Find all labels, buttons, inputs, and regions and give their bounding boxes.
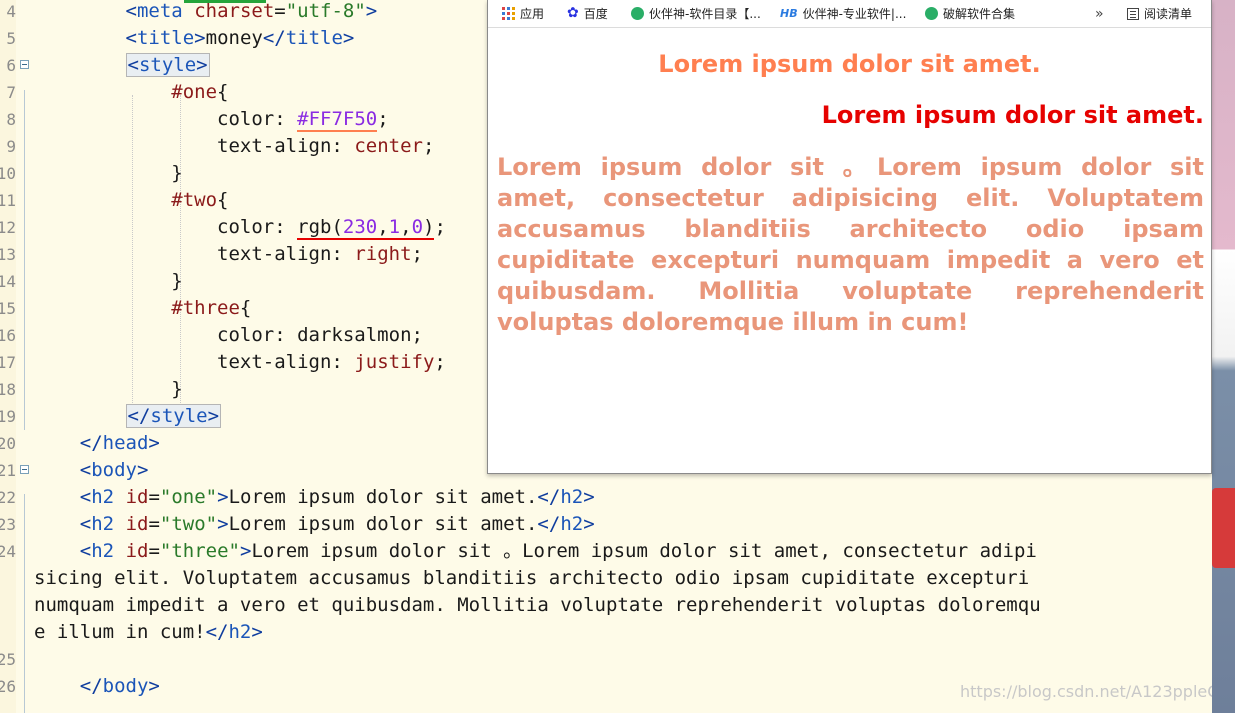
bookmark-baidu[interactable]: ✿ 百度 [567, 0, 608, 27]
line-number: 21 [0, 461, 16, 480]
code-text: </head> [79, 432, 160, 454]
code-text: numquam impedit a vero et quibusdam. Mol… [34, 594, 1041, 616]
line-number: 14 [0, 272, 16, 291]
code-text: #three{ [171, 297, 252, 319]
code-text: <h2 id="one">Lorem ipsum dolor sit amet.… [79, 486, 595, 508]
reading-list-button[interactable]: 阅读清单 [1127, 0, 1192, 27]
bookmark-apps[interactable]: 应用 [502, 0, 544, 27]
line-number: 5 [6, 29, 16, 48]
line-number: 19 [0, 407, 16, 426]
line-number: 7 [6, 83, 16, 102]
heading-two: Lorem ipsum dolor sit amet. [821, 101, 1204, 129]
chevron-double-right-icon: » [1095, 5, 1104, 22]
bookmark-huobanshen-catalog-label: 伙伴神-软件目录【... [649, 6, 761, 21]
line-number: 8 [6, 110, 16, 129]
code-text: } [34, 162, 183, 184]
rendered-page: Lorem ipsum dolor sit amet. Lorem ipsum … [488, 28, 1211, 472]
line-number: 11 [0, 191, 16, 210]
desktop-wallpaper-art [1212, 488, 1235, 568]
code-text: color: rgb(230,1,0); [217, 216, 446, 240]
bookmarks-overflow-button[interactable]: » [1095, 0, 1104, 27]
code-text: <h2 id="three">Lorem ipsum dolor sit 。Lo… [79, 540, 1037, 562]
line-number: 6 [6, 56, 16, 75]
line-number: 25 [0, 650, 16, 669]
code-text: #one{ [171, 81, 229, 103]
bookmarks-bar: 应用 ✿ 百度 伙伴神-软件目录【... HB 伙伴神-专业软件|... 破解软… [488, 0, 1211, 28]
code-text: <h2 id="two">Lorem ipsum dolor sit amet.… [79, 513, 595, 535]
code-text: color: #FF7F50; [217, 108, 389, 132]
line-number: 18 [0, 380, 16, 399]
heading-one: Lorem ipsum dolor sit amet. [658, 50, 1041, 78]
baidu-paw-icon: ✿ [567, 5, 579, 21]
bookmark-apps-label: 应用 [520, 6, 545, 21]
line-number: 15 [0, 299, 16, 318]
line-number: 23 [0, 515, 16, 534]
code-text: </style> [125, 404, 222, 428]
bookmark-huobanshen-pro[interactable]: HB 伙伴神-专业软件|... [780, 0, 906, 27]
bookmark-cracked-software-label: 破解软件合集 [943, 6, 1016, 21]
wechat-icon [925, 7, 938, 20]
code-text: </body> [79, 675, 160, 697]
code-text: text-align: justify; [217, 351, 446, 373]
line-number: 24 [0, 542, 16, 561]
line-number: 13 [0, 245, 16, 264]
code-text: color: darksalmon; [217, 324, 423, 346]
code-text: <meta charset="utf-8"> [125, 0, 378, 22]
bookmark-cracked-software[interactable]: 破解软件合集 [925, 0, 1015, 27]
bookmark-huobanshen-catalog[interactable]: 伙伴神-软件目录【... [631, 0, 761, 27]
code-text: text-align: right; [217, 243, 423, 265]
reading-list-label: 阅读清单 [1144, 6, 1193, 21]
wechat-icon [631, 7, 644, 20]
reading-list-icon [1127, 7, 1139, 20]
code-text: <style> [125, 53, 210, 77]
fold-toggle-icon[interactable] [20, 465, 29, 474]
heading-three: Lorem ipsum dolor sit 。Lorem ipsum dolor… [497, 153, 1204, 336]
code-text: text-align: center; [217, 135, 435, 157]
line-number: 16 [0, 326, 16, 345]
code-text: <body> [79, 459, 149, 481]
line-number: 10 [0, 164, 16, 183]
apps-grid-icon [502, 7, 515, 20]
code-text: } [34, 378, 183, 400]
bookmark-huobanshen-pro-label: 伙伴神-专业软件|... [802, 6, 907, 21]
fold-guide-body [24, 494, 25, 713]
code-text: <title>money</title> [125, 27, 355, 49]
line-number: 20 [0, 434, 16, 453]
fold-toggle-icon[interactable] [20, 60, 29, 69]
code-text: sicing elit. Voluptatem accusamus blandi… [34, 567, 1030, 589]
code-text: #two{ [171, 189, 229, 211]
desktop-background-strip [1212, 0, 1235, 713]
hb-logo-icon: HB [780, 6, 798, 20]
line-number: 9 [6, 137, 16, 156]
watermark: https://blog.csdn.net/A123ppleQueen [960, 682, 1235, 701]
code-text: e illum in cum!</h2> [34, 621, 263, 643]
line-number: 26 [0, 677, 16, 696]
browser-window: 应用 ✿ 百度 伙伴神-软件目录【... HB 伙伴神-专业软件|... 破解软… [487, 0, 1212, 474]
bookmark-baidu-label: 百度 [583, 6, 608, 21]
line-number: 4 [6, 2, 16, 21]
fold-guide-style [24, 90, 25, 430]
line-number: 22 [0, 488, 16, 507]
line-number: 17 [0, 353, 16, 372]
code-text: } [34, 270, 183, 292]
line-number: 12 [0, 218, 16, 237]
